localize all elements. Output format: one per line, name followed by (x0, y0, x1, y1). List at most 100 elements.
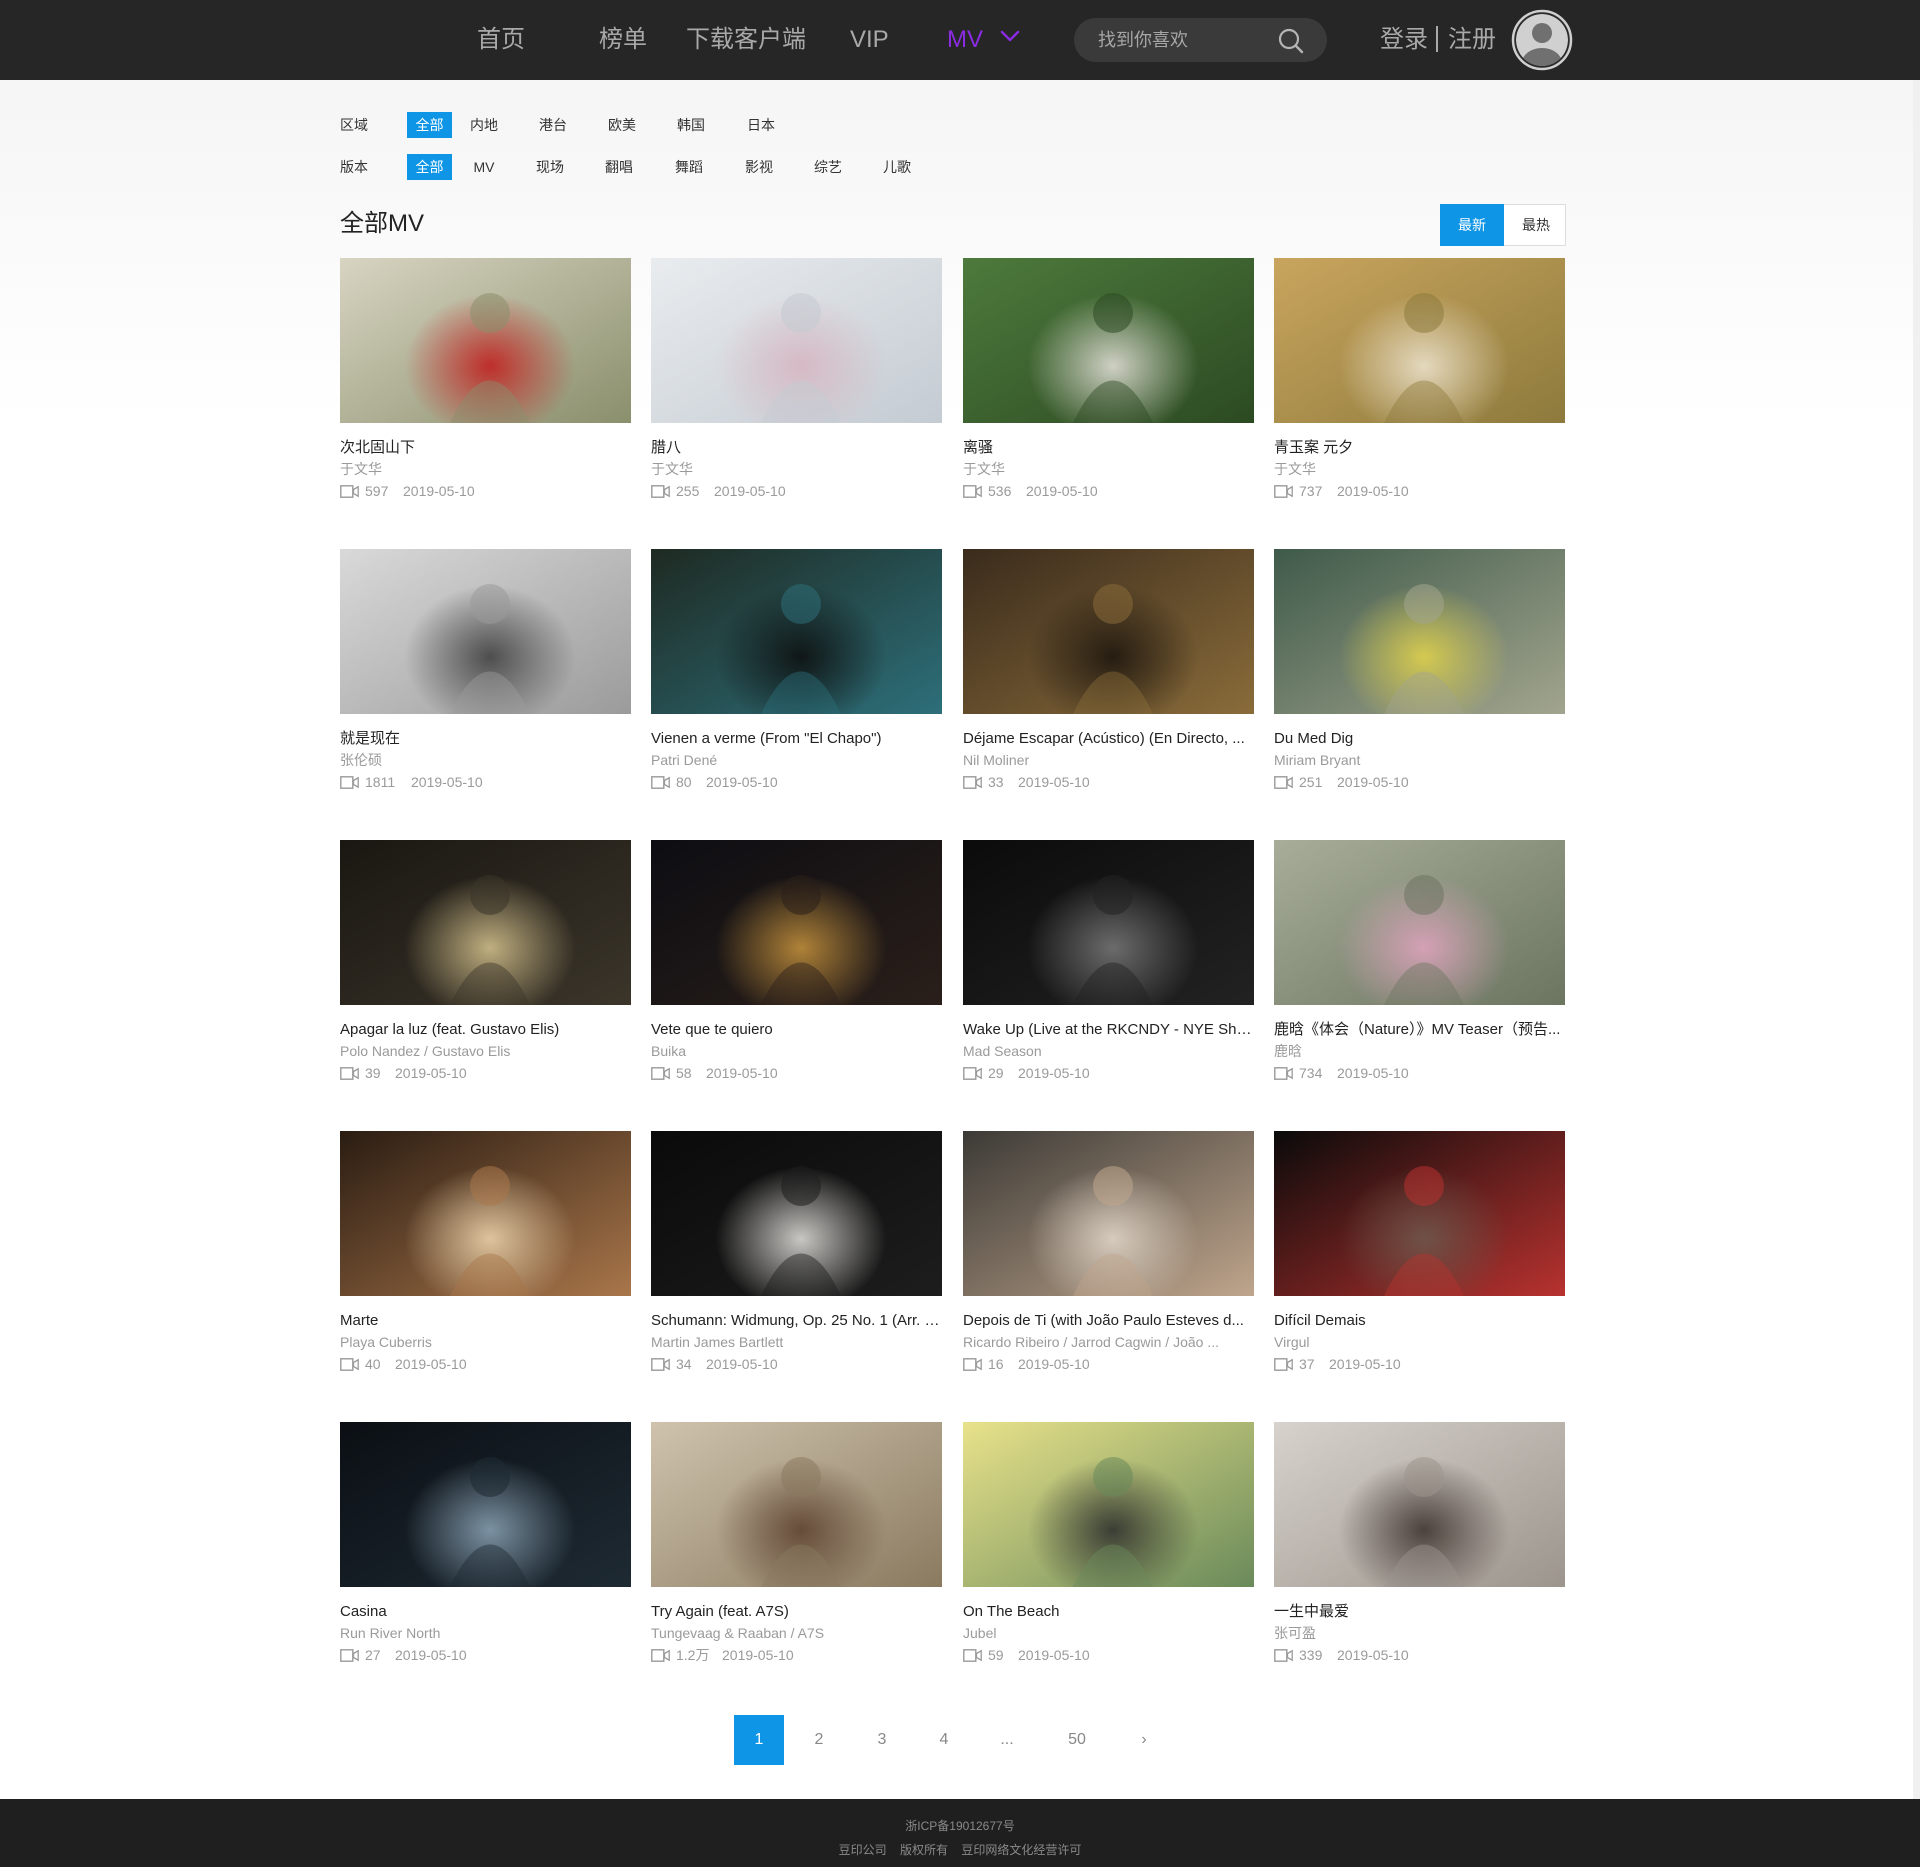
mv-artist[interactable]: Run River North (340, 1623, 631, 1643)
page-1[interactable]: 1 (734, 1715, 784, 1765)
page-50[interactable]: 50 (1052, 1715, 1102, 1765)
region-option-hk-tw[interactable]: 港台 (531, 112, 575, 138)
mv-card[interactable]: 腊八 于文华 255 2019-05-10 (651, 258, 942, 508)
mv-card[interactable]: 就是现在 张伦硕 1811 2019-05-10 (340, 549, 631, 799)
mv-artist[interactable]: 于文华 (651, 459, 942, 479)
mv-title[interactable]: 一生中最爱 (1274, 1602, 1565, 1622)
mv-title[interactable]: Difícil Demais (1274, 1311, 1565, 1331)
mv-card[interactable]: Schumann: Widmung, Op. 25 No. 1 (Arr. L.… (651, 1131, 942, 1381)
mv-thumbnail[interactable] (1274, 840, 1565, 1005)
sort-hottest-button[interactable]: 最热 (1504, 204, 1568, 246)
mv-thumbnail[interactable] (963, 840, 1254, 1005)
mv-title[interactable]: 鹿晗《体会（Nature）》MV Teaser（预告... (1274, 1020, 1565, 1040)
mv-title[interactable]: Depois de Ti (with João Paulo Esteves d.… (963, 1311, 1254, 1331)
mv-title[interactable]: 青玉案 元夕 (1274, 438, 1565, 458)
search-icon[interactable] (1277, 27, 1305, 55)
mv-thumbnail[interactable] (651, 549, 942, 714)
version-option-live[interactable]: 现场 (528, 154, 572, 180)
chevron-down-icon[interactable] (1000, 30, 1020, 42)
scrollbar[interactable] (1913, 80, 1920, 1799)
mv-artist[interactable]: 张可盈 (1274, 1623, 1565, 1643)
mv-title[interactable]: 次北固山下 (340, 438, 631, 458)
search-input[interactable] (1098, 28, 1268, 52)
mv-thumbnail[interactable] (651, 840, 942, 1005)
mv-thumbnail[interactable] (340, 840, 631, 1005)
mv-artist[interactable]: Jubel (963, 1623, 1254, 1643)
nav-vip[interactable]: VIP (850, 22, 889, 58)
mv-artist[interactable]: Martin James Bartlett (651, 1332, 942, 1352)
mv-artist[interactable]: Buika (651, 1041, 942, 1061)
mv-artist[interactable]: Patri Dené (651, 750, 942, 770)
version-option-cover[interactable]: 翻唱 (597, 154, 641, 180)
mv-card[interactable]: Difícil Demais Virgul 37 2019-05-10 (1274, 1131, 1565, 1381)
nav-mv[interactable]: MV (947, 22, 983, 58)
region-option-all[interactable]: 全部 (407, 112, 452, 138)
mv-card[interactable]: On The Beach Jubel 59 2019-05-10 (963, 1422, 1254, 1672)
mv-title[interactable]: Apagar la luz (feat. Gustavo Elis) (340, 1020, 631, 1040)
mv-card[interactable]: Depois de Ti (with João Paulo Esteves d.… (963, 1131, 1254, 1381)
mv-card[interactable]: 一生中最爱 张可盈 339 2019-05-10 (1274, 1422, 1565, 1672)
mv-card[interactable]: 鹿晗《体会（Nature）》MV Teaser（预告... 鹿晗 734 2019-0… (1274, 840, 1565, 1090)
mv-thumbnail[interactable] (340, 549, 631, 714)
avatar-icon[interactable] (1511, 9, 1573, 71)
region-option-korea[interactable]: 韩国 (669, 112, 713, 138)
mv-title[interactable]: 离骚 (963, 438, 1254, 458)
mv-thumbnail[interactable] (1274, 258, 1565, 423)
mv-thumbnail[interactable] (963, 1131, 1254, 1296)
nav-download-client[interactable]: 下载客户端 (686, 22, 806, 58)
mv-title[interactable]: Casina (340, 1602, 631, 1622)
mv-card[interactable]: Déjame Escapar (Acústico) (En Directo, .… (963, 549, 1254, 799)
mv-title[interactable]: 腊八 (651, 438, 942, 458)
version-option-dance[interactable]: 舞蹈 (667, 154, 711, 180)
mv-card[interactable]: 次北固山下 于文华 597 2019-05-10 (340, 258, 631, 508)
mv-title[interactable]: Try Again (feat. A7S) (651, 1602, 942, 1622)
mv-thumbnail[interactable] (963, 258, 1254, 423)
mv-artist[interactable]: Polo Nandez / Gustavo Elis (340, 1041, 631, 1061)
mv-card[interactable]: Casina Run River North 27 2019-05-10 (340, 1422, 631, 1672)
mv-card[interactable]: Marte Playa Cuberris 40 2019-05-10 (340, 1131, 631, 1381)
mv-thumbnail[interactable] (651, 1131, 942, 1296)
next-page-button[interactable]: › (1119, 1715, 1169, 1765)
mv-thumbnail[interactable] (340, 258, 631, 423)
mv-thumbnail[interactable] (963, 1422, 1254, 1587)
mv-artist[interactable]: Ricardo Ribeiro / Jarrod Cagwin / João .… (963, 1332, 1254, 1352)
region-option-mainland[interactable]: 内地 (462, 112, 506, 138)
mv-artist[interactable]: 鹿晗 (1274, 1041, 1565, 1061)
nav-home[interactable]: 首页 (477, 22, 525, 58)
mv-thumbnail[interactable] (340, 1131, 631, 1296)
mv-artist[interactable]: Tungevaag & Raaban / A7S (651, 1623, 942, 1643)
mv-title[interactable]: Wake Up (Live at the RKCNDY - NYE Sho... (963, 1020, 1254, 1040)
nav-charts[interactable]: 榜单 (599, 22, 647, 58)
mv-title[interactable]: Du Med Dig (1274, 729, 1565, 749)
region-option-japan[interactable]: 日本 (739, 112, 783, 138)
mv-thumbnail[interactable] (1274, 549, 1565, 714)
version-option-film[interactable]: 影视 (737, 154, 781, 180)
mv-artist[interactable]: 于文华 (963, 459, 1254, 479)
version-option-kids[interactable]: 儿歌 (875, 154, 919, 180)
version-option-mv[interactable]: MV (462, 154, 506, 180)
mv-artist[interactable]: Playa Cuberris (340, 1332, 631, 1352)
mv-thumbnail[interactable] (651, 1422, 942, 1587)
mv-card[interactable]: Du Med Dig Miriam Bryant 251 2019-05-10 (1274, 549, 1565, 799)
page-3[interactable]: 3 (857, 1715, 907, 1765)
mv-card[interactable]: Vete que te quiero Buika 58 2019-05-10 (651, 840, 942, 1090)
mv-card[interactable]: Vienen a verme (From "El Chapo") Patri De… (651, 549, 942, 799)
mv-card[interactable]: Apagar la luz (feat. Gustavo Elis) Polo N… (340, 840, 631, 1090)
mv-card[interactable]: Try Again (feat. A7S) Tungevaag & Raaban … (651, 1422, 942, 1672)
mv-thumbnail[interactable] (1274, 1131, 1565, 1296)
version-option-all[interactable]: 全部 (407, 154, 452, 180)
mv-title[interactable]: Vienen a verme (From "El Chapo") (651, 729, 942, 749)
mv-title[interactable]: Schumann: Widmung, Op. 25 No. 1 (Arr. L.… (651, 1311, 942, 1331)
mv-artist[interactable]: Virgul (1274, 1332, 1565, 1352)
mv-thumbnail[interactable] (1274, 1422, 1565, 1587)
mv-title[interactable]: On The Beach (963, 1602, 1254, 1622)
mv-thumbnail[interactable] (651, 258, 942, 423)
mv-title[interactable]: Déjame Escapar (Acústico) (En Directo, .… (963, 729, 1254, 749)
page-4[interactable]: 4 (919, 1715, 969, 1765)
mv-card[interactable]: Wake Up (Live at the RKCNDY - NYE Sho...… (963, 840, 1254, 1090)
mv-title[interactable]: 就是现在 (340, 729, 631, 749)
mv-thumbnail[interactable] (963, 549, 1254, 714)
mv-artist[interactable]: Nil Moliner (963, 750, 1254, 770)
mv-card[interactable]: 青玉案 元夕 于文华 737 2019-05-10 (1274, 258, 1565, 508)
mv-title[interactable]: Vete que te quiero (651, 1020, 942, 1040)
